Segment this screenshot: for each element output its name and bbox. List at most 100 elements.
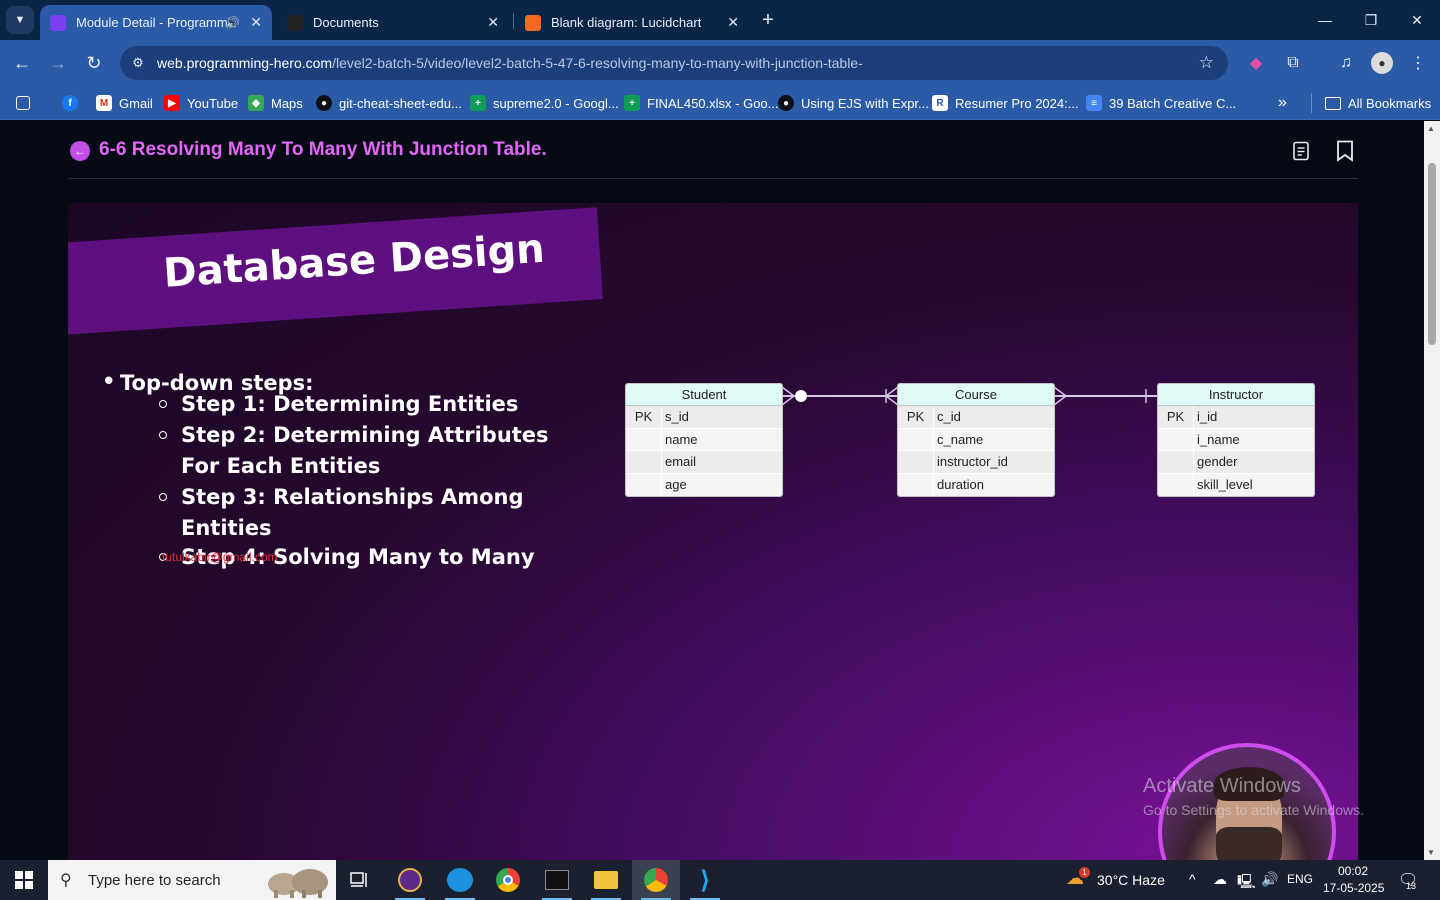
taskbar-app-pomodoro[interactable] (386, 860, 434, 900)
programming-hero-favicon-icon (50, 14, 66, 31)
field-cell: c_name (937, 431, 984, 447)
forward-button[interactable]: → (45, 50, 71, 76)
bookmark-resumer[interactable]: R Resumer Pro 2024:... (932, 92, 1079, 114)
field-cell: s_id (665, 409, 689, 424)
key-cell (1158, 451, 1194, 473)
scroll-up-icon[interactable]: ▲ (1427, 124, 1435, 133)
extensions-puzzle-icon[interactable]: ⧉ (1282, 52, 1304, 74)
facebook-icon: f (62, 95, 78, 111)
media-control-icon[interactable]: ♫ (1335, 52, 1357, 74)
bookmarks-overflow-icon[interactable]: » (1278, 92, 1287, 114)
taskbar-app-file-explorer[interactable] (582, 860, 630, 900)
bookmark-youtube[interactable]: ▶ YouTube (164, 92, 238, 114)
start-button[interactable] (0, 860, 48, 900)
bookmark-icon[interactable] (1334, 139, 1356, 163)
bookmark-gmail[interactable]: M Gmail (96, 92, 153, 114)
taskbar-app-chrome-profile[interactable] (632, 860, 680, 900)
github-icon: ● (316, 95, 332, 111)
tab-module-detail[interactable]: Module Detail - Programmi 🔊 ✕ (40, 5, 272, 40)
url-text[interactable]: web.programming-hero.com/level2-batch-5/… (157, 55, 863, 71)
scrollbar-thumb[interactable] (1428, 163, 1436, 345)
bookmark-star-icon[interactable]: ☆ (1199, 53, 1214, 73)
key-cell (1158, 473, 1194, 496)
tab-title: Module Detail - Programmi (76, 15, 231, 30)
address-bar[interactable]: ⚙ web.programming-hero.com/level2-batch-… (120, 46, 1228, 80)
scroll-down-icon[interactable]: ▼ (1427, 848, 1435, 857)
task-view-button[interactable] (336, 860, 384, 900)
facebook-bookmark[interactable]: f (62, 92, 85, 114)
all-bookmarks-folder[interactable]: All Bookmarks (1325, 92, 1431, 114)
taskbar-app-terminal[interactable] (533, 860, 581, 900)
weather-text[interactable]: 30°C Haze (1097, 872, 1165, 888)
erd-table-instructor: Instructor PK i_id i_name gender skill_le… (1157, 383, 1315, 497)
bookmark-label: git-cheat-sheet-edu... (339, 95, 462, 111)
restore-button[interactable]: ❐ (1348, 0, 1394, 40)
sheets-icon: + (470, 95, 486, 111)
video-player[interactable]: Database Design Top-down steps: Step 1: … (68, 203, 1358, 860)
bookmark-git-cheat-sheet[interactable]: ● git-cheat-sheet-edu... (316, 92, 462, 114)
bookmark-label: supreme2.0 - Googl... (493, 95, 619, 111)
key-cell: PK (1158, 406, 1194, 428)
close-icon[interactable]: ✕ (727, 14, 739, 31)
browser-tab-strip: ▼ Module Detail - Programmi 🔊 ✕ Document… (0, 0, 1440, 40)
bookmark-batch-creative[interactable]: ≡ 39 Batch Creative C... (1086, 92, 1236, 114)
field-cell: age (665, 476, 687, 492)
bookmark-label: Using EJS with Expr... (801, 95, 929, 111)
chevron-up-icon[interactable]: ^ (1189, 871, 1196, 887)
bookmark-label: 39 Batch Creative C... (1109, 95, 1237, 111)
site-settings-icon[interactable]: ⚙ (128, 53, 148, 73)
bullet-step: Step 3: Relationships Among Entities (159, 482, 581, 544)
taskbar-app-docker[interactable] (436, 860, 484, 900)
profile-avatar[interactable]: ● (1371, 52, 1393, 74)
table-row: skill_level (1158, 473, 1314, 496)
apps-grid-icon[interactable] (16, 92, 37, 114)
bookmark-label: Maps (271, 95, 303, 111)
sheets-icon: + (624, 95, 640, 111)
taskbar-search[interactable]: ⚲ Type here to search (48, 860, 336, 900)
tab-search-button[interactable]: ▼ (6, 6, 34, 34)
table-row: c_name (898, 428, 1054, 451)
resumer-icon: R (932, 95, 948, 111)
table-row: PK c_id (898, 406, 1054, 429)
speaker-icon[interactable]: 🔊 (225, 16, 240, 30)
tab-title: Documents (313, 15, 379, 30)
tab-lucidchart[interactable]: Blank diagram: Lucidchart ✕ (515, 5, 749, 40)
bullet-step: Step 2: Determining Attributes For Each … (159, 420, 581, 482)
field-cell: instructor_id (937, 454, 1008, 469)
clock-time[interactable]: 00:02 (1338, 864, 1368, 878)
bookmark-final450[interactable]: + FINAL450.xlsx - Goo... (624, 92, 779, 114)
reload-button[interactable]: ↻ (81, 50, 107, 76)
cloud-offline-icon[interactable]: ☁ (1213, 871, 1227, 888)
menu-kebab-icon[interactable]: ⋮ (1407, 52, 1429, 74)
taskbar-app-vscode[interactable]: ⟩ (681, 860, 729, 900)
table-name: Instructor (1158, 384, 1314, 406)
new-tab-button[interactable]: + (756, 8, 780, 32)
bookmark-ejs[interactable]: ● Using EJS with Expr... (778, 92, 929, 114)
language-indicator[interactable]: ENG (1287, 872, 1313, 886)
window-close-button[interactable]: ✕ (1394, 0, 1440, 40)
back-arrow-icon[interactable]: ← (70, 141, 90, 161)
back-button[interactable]: ← (9, 50, 35, 76)
extension-icon[interactable]: ◆ (1245, 52, 1267, 74)
notes-icon[interactable] (1290, 139, 1312, 163)
url-host: web.programming-hero.com (157, 55, 333, 71)
minimize-button[interactable]: — (1302, 0, 1348, 40)
taskbar-app-chrome[interactable] (484, 860, 532, 900)
tab-documents[interactable]: Documents ✕ (277, 5, 509, 40)
field-cell: i_name (1197, 431, 1240, 447)
volume-icon[interactable]: 🔊 (1261, 871, 1278, 888)
page-scrollbar[interactable]: ▲ ▼ (1424, 121, 1440, 860)
close-icon[interactable]: ✕ (250, 14, 262, 31)
close-icon[interactable]: ✕ (487, 14, 499, 31)
module-header: ← 6-6 Resolving Many To Many With Juncti… (68, 121, 1358, 179)
table-row: i_name (1158, 428, 1314, 451)
windows-logo-icon (15, 871, 33, 889)
gmail-icon: M (96, 95, 112, 111)
bookmark-supreme[interactable]: + supreme2.0 - Googl... (470, 92, 619, 114)
clock-date[interactable]: 17-05-2025 (1323, 881, 1384, 895)
table-name: Course (898, 384, 1054, 406)
field-cell: name (665, 431, 698, 447)
network-icon[interactable]: 🖳 (1237, 871, 1256, 895)
bookmark-maps[interactable]: ◆ Maps (248, 92, 303, 114)
table-row: instructor_id (898, 451, 1054, 474)
